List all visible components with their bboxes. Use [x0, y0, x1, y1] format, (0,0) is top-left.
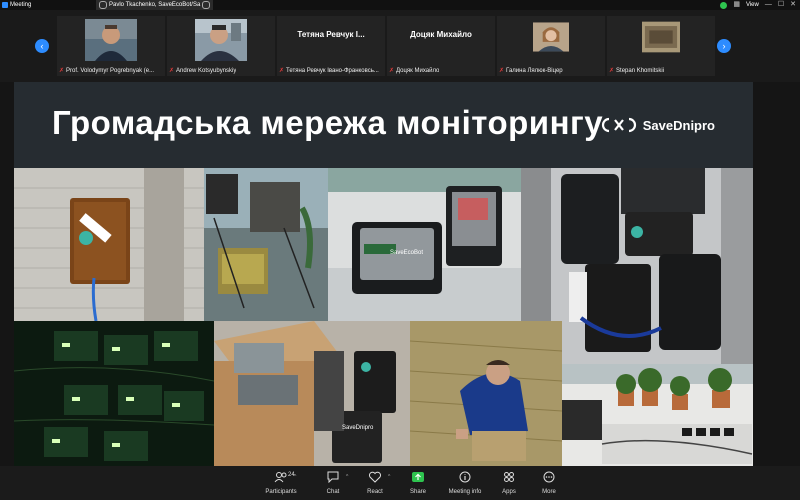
speaker-avatar-icon: [99, 1, 107, 9]
meeting-toolbar: 24 ^ Participants ^ Chat ^ React Share M…: [0, 466, 800, 500]
muted-mic-icon: ✗: [59, 68, 65, 74]
share-screen-icon: [412, 472, 424, 482]
gallery-next-button[interactable]: ›: [717, 39, 731, 53]
participants-label: Participants: [265, 489, 297, 495]
participant-video: [195, 19, 247, 61]
participant-tile[interactable]: ✗ Andrew Kotsyubynskiy: [167, 16, 275, 76]
muted-mic-icon: ✗: [169, 68, 175, 74]
minimize-icon[interactable]: —: [765, 0, 772, 10]
participant-caption: ✗ Тетяна Ревчук Івано-Франковсь...: [279, 67, 379, 75]
close-icon[interactable]: ✕: [790, 0, 796, 10]
view-grid-icon[interactable]: ▦: [733, 0, 740, 10]
savednipro-logo: SaveDnipro: [601, 117, 715, 133]
participant-tile[interactable]: Тетяна Ревчук І... ✗ Тетяна Ревчук Івано-…: [277, 16, 385, 76]
chevron-up-icon[interactable]: ^: [294, 474, 296, 480]
share-button[interactable]: Share: [395, 468, 441, 500]
react-button[interactable]: ^ React: [352, 468, 398, 500]
security-shield-icon[interactable]: [720, 1, 728, 9]
zoom-app-icon: [2, 2, 8, 8]
participant-name: Тетяна Ревчук І...: [297, 30, 365, 39]
title-bar: Meeting Pavlo Tkachenko, SaveEcoBot/Sa ▦…: [0, 0, 800, 10]
gallery-prev-button[interactable]: ‹: [35, 39, 49, 53]
photo-image: [14, 321, 214, 466]
participant-gallery: ‹ ✗ Prof. Volodymyr Pogrebnyak (e... ✗ And…: [0, 10, 800, 82]
participant-caption: ✗ Галина Лялюк-Віцер: [499, 67, 563, 75]
presentation-slide: Громадська мережа моніторингу SaveDnipro: [14, 82, 753, 466]
photo-field-install: [410, 321, 562, 466]
muted-mic-icon: ✗: [499, 68, 505, 74]
participants-button[interactable]: 24 ^ Participants: [258, 468, 304, 500]
device-label: SaveEcoBot: [390, 250, 424, 256]
chat-label: Chat: [326, 489, 340, 495]
chevron-up-icon[interactable]: ^: [388, 474, 390, 480]
participant-caption: ✗ Доцяк Михайло: [389, 67, 440, 75]
slide-title: Громадська мережа моніторингу: [52, 104, 604, 141]
chat-icon: [327, 471, 339, 484]
window-title: Meeting: [10, 2, 32, 8]
slide-header: Громадська мережа моніторингу SaveDnipro: [14, 82, 753, 168]
photo-device-box: SaveDnipro: [214, 321, 410, 466]
more-icon: [543, 471, 555, 483]
participant-caption: ✗ Andrew Kotsyubynskiy: [169, 67, 237, 75]
photo-sensors-windowsill: SaveEcoBot: [328, 168, 521, 321]
participant-caption: ✗ Stepan Khomitskii: [609, 67, 665, 75]
meeting-info-button[interactable]: Meeting info: [442, 468, 488, 500]
muted-mic-icon: ✗: [609, 68, 615, 74]
share-label: Share: [409, 489, 426, 495]
photo-sensor-on-wall: [14, 168, 204, 321]
savednipro-logo-icon: [601, 117, 636, 133]
participant-video: [642, 21, 680, 53]
participant-name: Доцяк Михайло: [410, 30, 472, 39]
more-button[interactable]: More: [526, 468, 572, 500]
participant-caption: ✗ Prof. Volodymyr Pogrebnyak (e...: [59, 67, 155, 75]
photo-image: [214, 321, 410, 466]
muted-mic-icon: ✗: [389, 68, 395, 74]
maximize-icon[interactable]: ☐: [778, 0, 784, 10]
window-controls: ▦ View — ☐ ✕: [720, 0, 796, 10]
photo-indoor-setup: [562, 364, 753, 466]
speaker-options-icon[interactable]: [202, 1, 211, 9]
apps-icon: [504, 472, 514, 482]
photo-image: [14, 168, 204, 321]
meeting-title-group: Meeting: [2, 0, 31, 10]
device-label: SaveDnipro: [342, 425, 374, 431]
participant-video: [533, 22, 569, 52]
meeting-info-label: Meeting info: [448, 489, 482, 495]
heart-icon: [368, 471, 382, 483]
photo-image: [204, 168, 328, 321]
photo-image: [562, 364, 753, 466]
chat-button[interactable]: ^ Chat: [310, 468, 356, 500]
participant-tile[interactable]: Доцяк Михайло ✗ Доцяк Михайло: [387, 16, 495, 76]
participant-video: [85, 19, 137, 61]
participant-tile[interactable]: ✗ Prof. Volodymyr Pogrebnyak (e...: [57, 16, 165, 76]
participant-tile[interactable]: ✗ Stepan Khomitskii: [607, 16, 715, 76]
shared-screen-area: Громадська мережа моніторингу SaveDnipro: [0, 82, 800, 466]
photo-sensor-balcony: [204, 168, 328, 321]
participants-icon: [274, 472, 287, 483]
photo-image: [328, 168, 521, 321]
active-speaker-indicator[interactable]: Pavlo Tkachenko, SaveEcoBot/Sa: [96, 0, 214, 10]
view-button[interactable]: View: [746, 0, 759, 10]
photo-devices-led: [14, 321, 214, 466]
muted-mic-icon: ✗: [279, 68, 285, 74]
participant-tile[interactable]: ✗ Галина Лялюк-Віцер: [497, 16, 605, 76]
logo-text: SaveDnipro: [642, 117, 715, 133]
info-icon: [459, 471, 471, 483]
photo-image: [410, 321, 562, 466]
react-label: React: [367, 489, 383, 495]
chevron-up-icon[interactable]: ^: [346, 474, 348, 480]
more-label: More: [542, 489, 556, 495]
active-speaker-name: Pavlo Tkachenko, SaveEcoBot/Sa: [109, 2, 201, 8]
